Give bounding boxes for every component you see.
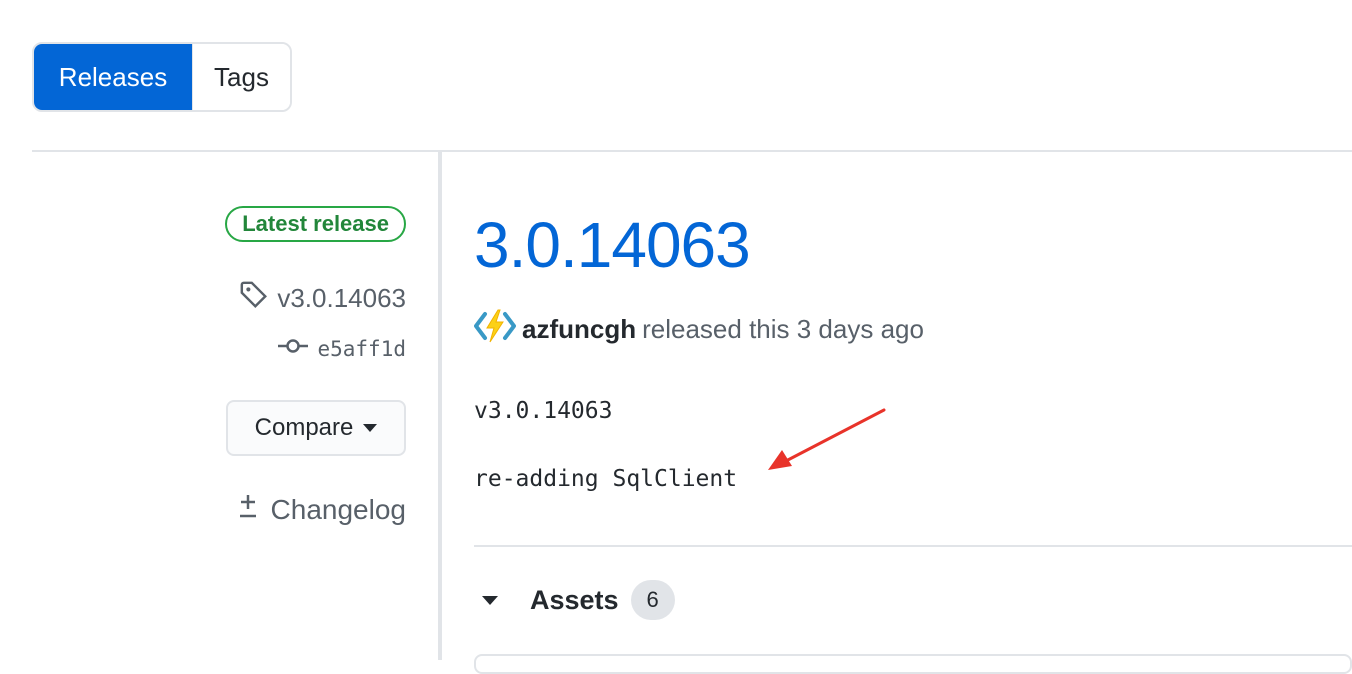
release-byline: azfuncgh released this 3 days ago: [474, 308, 924, 351]
release-author[interactable]: azfuncgh: [522, 314, 636, 345]
commit-sha: e5aff1d: [317, 336, 406, 361]
release-note-line: v3.0.14063: [474, 398, 613, 424]
compare-button[interactable]: Compare: [226, 400, 406, 456]
release-title[interactable]: 3.0.14063: [474, 208, 751, 282]
assets-label: Assets: [530, 584, 619, 615]
divider: [32, 150, 1352, 152]
tag-name: v3.0.14063: [277, 283, 406, 313]
release-note-line: re-adding SqlClient: [474, 466, 738, 492]
divider: [474, 545, 1352, 547]
tag-icon: [239, 280, 269, 317]
changelog-label: Changelog: [270, 493, 406, 525]
annotation-arrow-icon: [768, 408, 886, 470]
commit-link[interactable]: e5aff1d: [277, 336, 406, 361]
release-tabs: Releases Tags: [32, 42, 292, 112]
assets-list: [474, 654, 1352, 674]
assets-toggle[interactable]: Assets 6: [482, 580, 675, 620]
caret-down-icon: [482, 595, 498, 605]
tab-tags[interactable]: Tags: [192, 44, 290, 110]
assets-count-badge: 6: [630, 580, 675, 620]
compare-label: Compare: [254, 414, 354, 441]
diff-icon: [237, 492, 259, 527]
tag-link[interactable]: v3.0.14063: [239, 280, 406, 317]
latest-release-badge: Latest release: [225, 206, 406, 242]
tab-releases[interactable]: Releases: [34, 44, 192, 110]
caret-down-icon: [363, 424, 378, 432]
changelog-link[interactable]: Changelog: [237, 492, 406, 527]
commit-icon: [277, 336, 309, 361]
azure-functions-icon[interactable]: [474, 308, 516, 351]
release-timestamp: released this 3 days ago: [642, 314, 924, 344]
sidebar-divider: [438, 152, 442, 660]
